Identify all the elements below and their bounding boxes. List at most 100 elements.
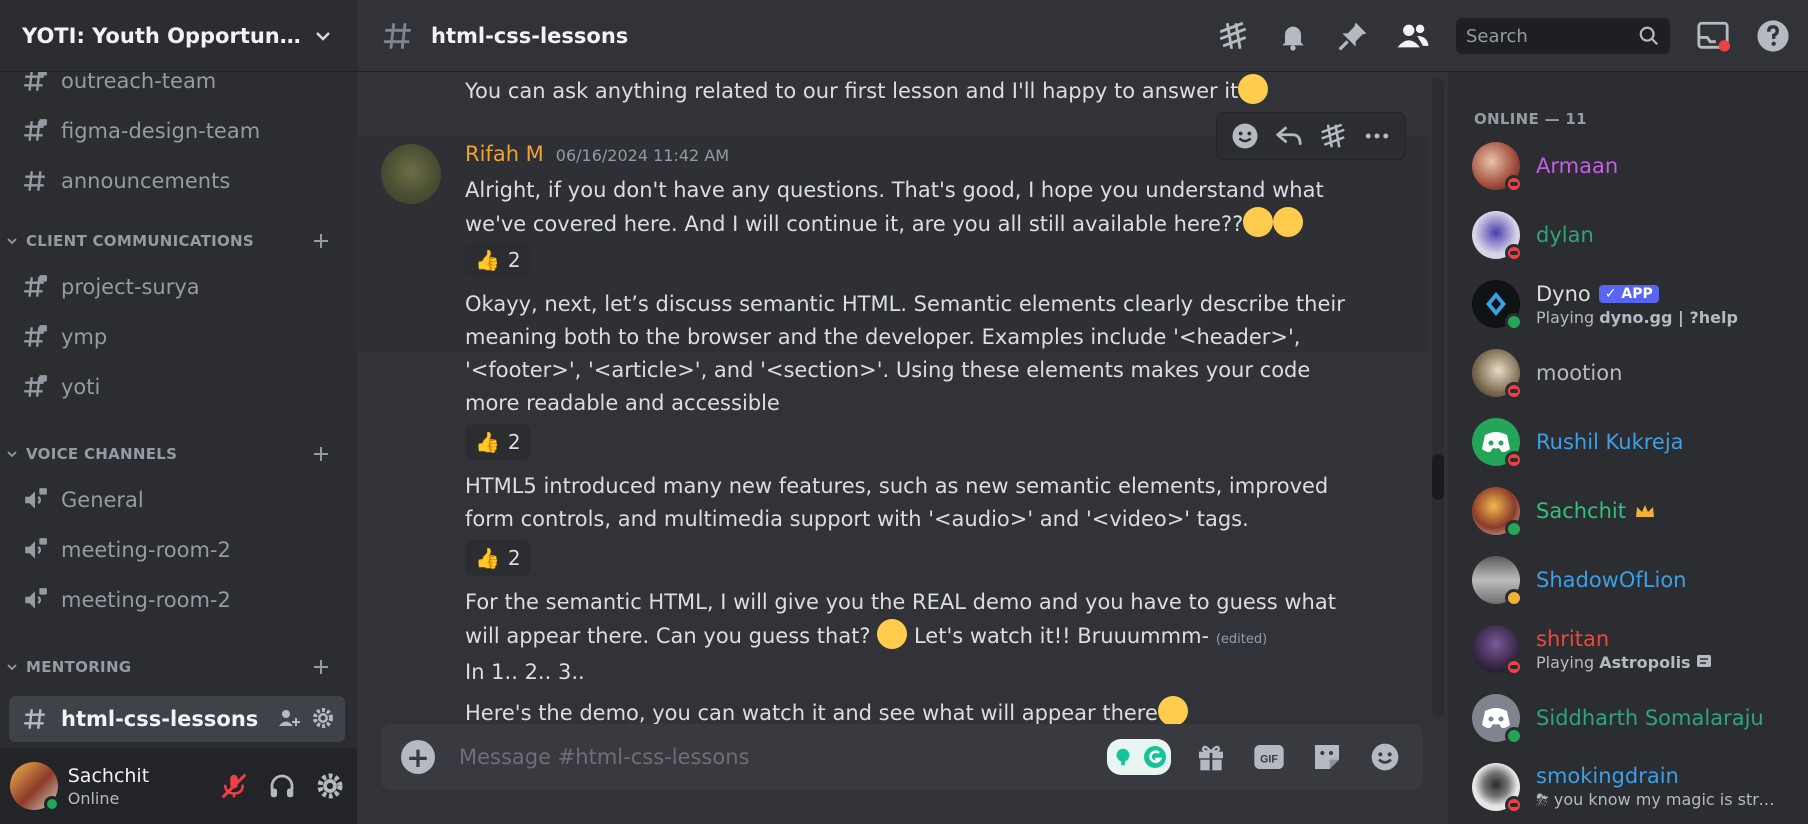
locked-hash-icon [21,117,49,145]
category-voice-channels[interactable]: VOICE CHANNELS [0,439,357,469]
inbox-icon[interactable] [1696,19,1730,53]
message-timestamp: 06/16/2024 11:42 AM [555,146,730,165]
reaction-thumbs-up[interactable]: 👍 2 [465,540,531,576]
gift-icon[interactable] [1193,739,1229,775]
sticker-icon[interactable] [1309,739,1345,775]
member-item[interactable]: dylan [1472,203,1798,267]
create-thread-icon[interactable] [1316,119,1350,153]
edited-marker: (edited) [1215,632,1268,647]
message-content: Alright, if you don't have any questions… [465,178,1324,237]
online-status-icon [1505,520,1523,538]
message-scrollbar[interactable] [1432,78,1444,718]
add-channel-icon[interactable] [311,231,331,251]
chevron-down-icon[interactable] [311,24,335,48]
crown-icon [1635,505,1654,517]
category-label: MENTORING [26,658,132,676]
server-name: YOTI: Youth Opportuniti... [22,23,302,48]
member-activity: Playing dyno.gg | ?help [1536,307,1738,327]
member-list: ONLINE — 11 Armaan dylan Dyno ✓ APP Playi… [1448,72,1808,824]
channel-ymp[interactable]: ymp [9,314,345,360]
avatar [1472,211,1523,262]
thumbs-up-emoji-icon: 👍 [475,546,500,570]
chevron-down-icon [7,664,17,671]
channel-label: project-surya [61,275,200,299]
member-item[interactable]: Rushil Kukreja [1472,410,1798,474]
reaction-thumbs-up[interactable]: 👍 2 [465,424,531,460]
mute-microphone-icon[interactable] [217,769,251,803]
member-item[interactable]: smokingdrain ⛈ you know my magic is stro… [1472,755,1798,819]
dnd-status-icon [1505,382,1523,400]
channel-label: yoti [61,375,101,399]
gif-icon[interactable]: GIF [1251,739,1287,775]
reply-icon[interactable] [1272,119,1306,153]
online-status-icon [1505,313,1523,331]
upload-plus-icon[interactable]: + [401,740,435,774]
locked-hash-icon [21,323,49,351]
invite-user-icon[interactable] [277,706,301,730]
add-reaction-icon[interactable] [1228,119,1262,153]
avatar [1472,418,1523,469]
voice-channel-meeting-room-2b[interactable]: meeting-room-2 [9,577,345,623]
user-settings-gear-icon[interactable] [313,769,347,803]
voice-channel-meeting-room-2[interactable]: meeting-room-2 [9,527,345,573]
reaction-count: 2 [507,430,521,454]
member-item[interactable]: mootion [1472,341,1798,405]
headphones-icon[interactable] [265,769,299,803]
server-header[interactable]: YOTI: Youth Opportuniti... [0,0,357,72]
channel-project-surya[interactable]: project-surya [9,264,345,310]
dnd-status-icon [1505,451,1523,469]
scrollbar-thumb[interactable] [1432,454,1444,500]
member-name: smokingdrain [1536,764,1679,788]
search-input[interactable]: Search [1456,18,1670,54]
channel-html-css-lessons[interactable]: html-css-lessons [9,696,345,742]
avatar [1472,556,1523,607]
avatar [1472,625,1523,676]
channel-sidebar: outreach-team figma-design-team announce… [0,0,357,824]
member-item[interactable]: Armaan [1472,134,1798,198]
locked-hash-icon [21,273,49,301]
member-item[interactable]: ShadowOfLion [1472,548,1798,612]
username: Sachchit [67,764,150,787]
add-channel-icon[interactable] [311,444,331,464]
locked-hash-icon [21,373,49,401]
notification-bell-icon[interactable] [1276,19,1310,53]
message-composer[interactable]: + Message #html-css-lessons GIF [381,724,1423,790]
member-item[interactable]: Sachchit [1472,479,1798,543]
search-icon [1639,26,1659,46]
channel-list[interactable]: outreach-team figma-design-team announce… [0,56,357,748]
reaction-thumbs-up[interactable]: 👍 2 [465,242,531,278]
grinning-face-emoji-icon [877,619,908,649]
channel-label: meeting-room-2 [61,588,231,612]
category-mentoring[interactable]: MENTORING [0,652,357,682]
message-author[interactable]: Rifah M [465,142,544,166]
member-item[interactable]: shritan Playing Astropolis [1472,617,1798,681]
emoji-picker-icon[interactable] [1367,739,1403,775]
channel-label: announcements [61,169,231,193]
grammarly-icon[interactable] [1107,739,1171,775]
member-name: Siddharth Somalaraju [1536,706,1764,730]
message-list[interactable]: You can ask anything related to our firs… [357,72,1437,724]
member-name: Sachchit [1536,499,1626,523]
locked-speaker-icon [21,536,49,564]
help-icon[interactable] [1756,19,1790,53]
category-client-communications[interactable]: CLIENT COMMUNICATIONS [0,226,357,256]
channel-figma-design-team[interactable]: figma-design-team [9,108,345,154]
member-activity: Playing Astropolis [1536,653,1782,672]
reaction-count: 2 [507,248,521,272]
more-options-icon[interactable] [1360,119,1394,153]
channel-settings-gear-icon[interactable] [311,706,335,730]
add-channel-icon[interactable] [311,657,331,677]
channel-yoti[interactable]: yoti [9,364,345,410]
member-list-icon[interactable] [1396,19,1430,53]
avatar[interactable] [381,144,441,204]
member-item[interactable]: Siddharth Somalaraju [1472,686,1798,750]
channel-announcements[interactable]: announcements [9,158,345,204]
dnd-status-icon [1505,796,1523,814]
avatar [1472,349,1523,400]
voice-channel-general[interactable]: General [9,477,345,523]
member-item[interactable]: Dyno ✓ APP Playing dyno.gg | ?help [1472,272,1798,336]
message-input-placeholder[interactable]: Message #html-css-lessons [459,745,1039,769]
threads-icon[interactable] [1216,19,1250,53]
avatar[interactable] [10,762,60,812]
pin-icon[interactable] [1336,19,1370,53]
